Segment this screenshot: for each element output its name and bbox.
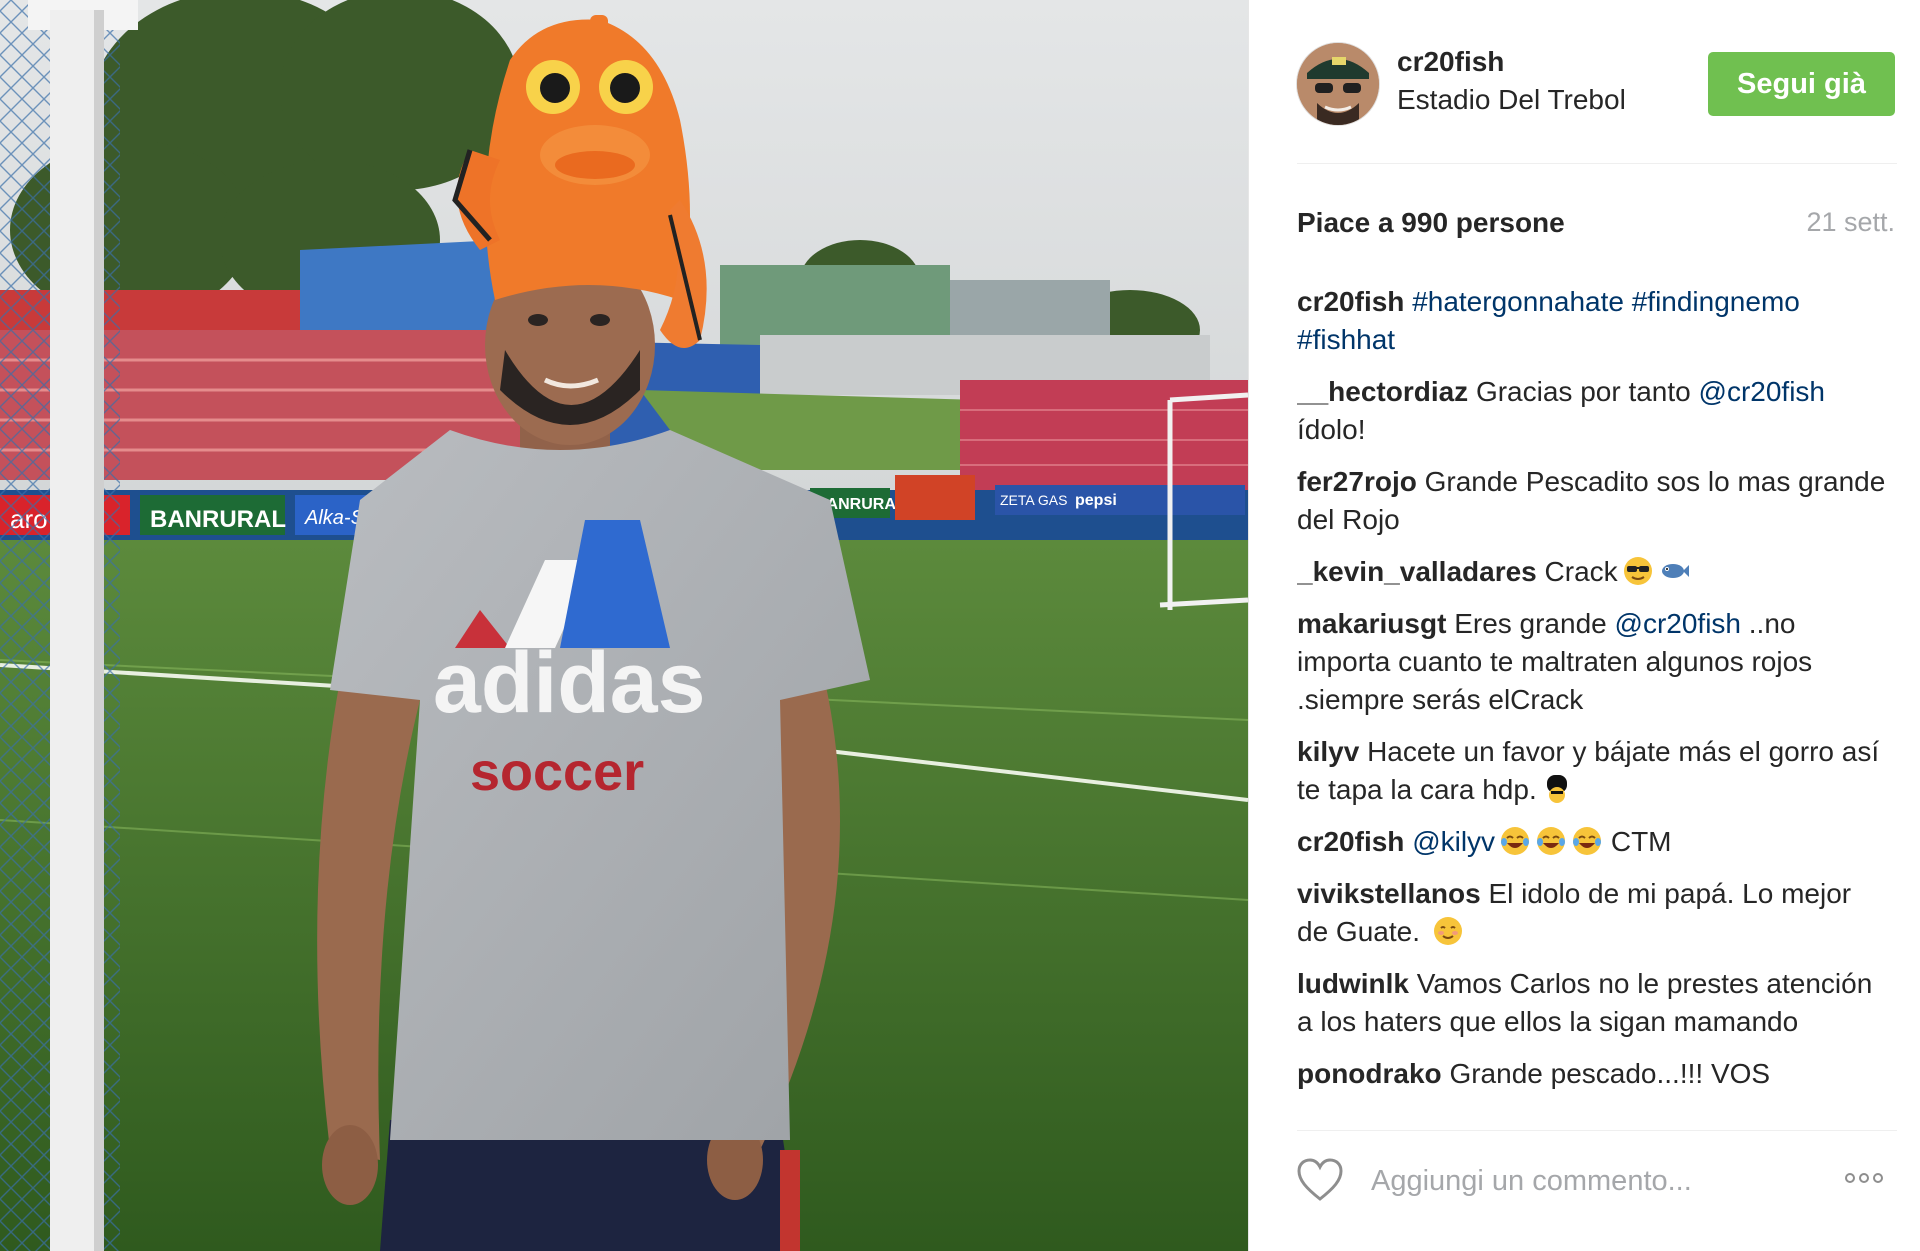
mention-link[interactable]: @cr20fish [1699, 376, 1825, 407]
post-photo[interactable]: aro BANRURAL Alka-Se BANRURAL ZETA GAS p… [0, 0, 1248, 1251]
more-options-icon[interactable] [1845, 1170, 1897, 1192]
likes-count[interactable]: Piace a 990 persone [1297, 207, 1565, 239]
ad-board-text: ZETA GAS [1000, 492, 1067, 508]
comment-item: vivikstellanos El idolo de mi papá. Lo m… [1297, 875, 1887, 951]
comment-username[interactable]: cr20fish [1297, 286, 1404, 317]
comment-text [1624, 286, 1632, 317]
comment-username[interactable]: kilyv [1297, 736, 1359, 767]
comment-username[interactable]: ponodrako [1297, 1058, 1442, 1089]
comment-username[interactable]: fer27rojo [1297, 466, 1417, 497]
comment-username[interactable]: _kevin_valladares [1297, 556, 1537, 587]
avatar-icon [1297, 43, 1379, 125]
comment-username[interactable]: vivikstellanos [1297, 878, 1481, 909]
comment-username[interactable]: cr20fish [1297, 826, 1404, 857]
comment-item: cr20fish #hatergonnahate #findingnemo #f… [1297, 283, 1887, 359]
shirt-soccer-text: soccer [470, 742, 644, 802]
comment-item: cr20fish @kilyv CTM [1297, 823, 1887, 861]
comment-text: Eres grande [1454, 608, 1615, 639]
comment-item: makariusgt Eres grande @cr20fish ..no im… [1297, 605, 1887, 719]
post-side-panel: cr20fish Estadio Del Trebol Segui già Pi… [1249, 0, 1920, 1251]
comment-text: Hacete un favor y bájate más el gorro as… [1297, 736, 1880, 805]
post-username[interactable]: cr20fish [1397, 46, 1504, 78]
heart-outline-icon[interactable] [1296, 1158, 1344, 1202]
comment-username[interactable]: ludwinlk [1297, 968, 1409, 999]
user-avatar[interactable] [1296, 42, 1380, 126]
divider [1297, 1130, 1897, 1131]
comment-text: Crack [1544, 556, 1618, 587]
hashtag-link[interactable]: #hatergonnahate [1412, 286, 1624, 317]
comment-item: fer27rojo Grande Pescadito sos lo mas gr… [1297, 463, 1887, 539]
photo-scene: aro BANRURAL Alka-Se BANRURAL ZETA GAS p… [0, 0, 1248, 1251]
mention-link[interactable]: @kilyv [1412, 826, 1495, 857]
mention-link[interactable]: @cr20fish [1615, 608, 1741, 639]
post-timestamp[interactable]: 21 sett. [1806, 207, 1895, 238]
comment-item: ludwinlk Vamos Carlos no le prestes aten… [1297, 965, 1887, 1041]
fish-emoji [1661, 564, 1689, 578]
comment-item: _kevin_valladares Crack [1297, 553, 1887, 591]
joy-emoji [1537, 827, 1566, 855]
comment-text: Gracias por tanto [1475, 376, 1699, 407]
hashtag-link[interactable]: #fishhat [1297, 324, 1395, 355]
follow-button[interactable]: Segui già [1708, 52, 1895, 116]
shirt-brand-text: adidas [433, 635, 705, 731]
divider [1297, 163, 1897, 164]
sunglasses-emoji [1623, 557, 1652, 585]
comment-text: CTM [1603, 826, 1672, 857]
joy-emoji [1501, 827, 1530, 855]
hashtag-link[interactable]: #findingnemo [1632, 286, 1800, 317]
comment-username[interactable]: makariusgt [1297, 608, 1446, 639]
comments-clip-edge [1297, 1095, 1887, 1107]
comment-item: __hectordiaz Gracias por tanto @cr20fish… [1297, 373, 1887, 449]
comment-username[interactable]: __hectordiaz [1297, 376, 1468, 407]
comment-item: kilyv Hacete un favor y bájate más el go… [1297, 733, 1887, 809]
ad-board-text: BANRURAL [150, 506, 286, 533]
guard-emoji [1546, 775, 1567, 803]
ad-board-text: pepsi [1075, 492, 1117, 509]
comment-text: Grande pescado...!!! VOS [1449, 1058, 1771, 1089]
comments-list[interactable]: cr20fish #hatergonnahate #findingnemo #f… [1297, 283, 1887, 1105]
comment-text: ídolo! [1297, 414, 1366, 445]
blush-emoji [1433, 917, 1462, 945]
comment-item: ponodrako Grande pescado...!!! VOS [1297, 1055, 1887, 1093]
add-comment-input[interactable] [1369, 1152, 1793, 1210]
post-location[interactable]: Estadio Del Trebol [1397, 84, 1626, 116]
joy-emoji [1573, 827, 1602, 855]
